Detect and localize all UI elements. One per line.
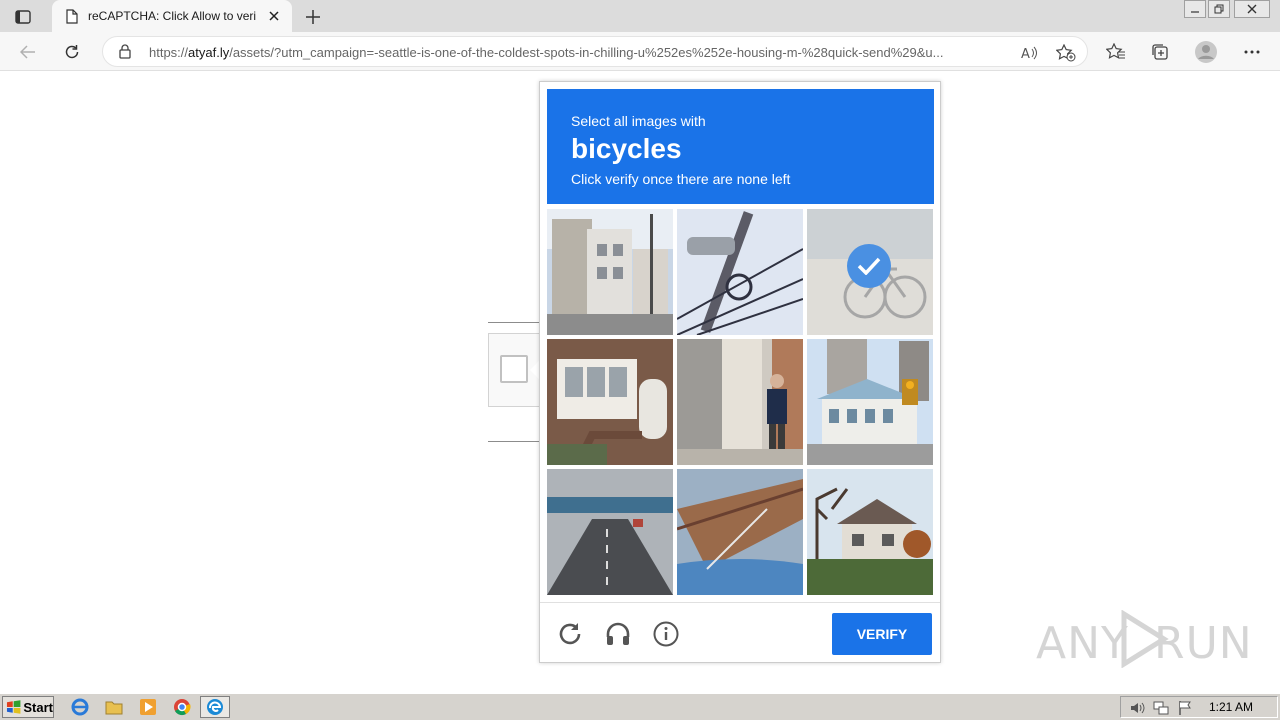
image-grid: [547, 209, 934, 596]
media-player-icon[interactable]: [136, 697, 160, 717]
windows-logo-icon: [6, 700, 21, 714]
system-tray: 1:21 AM: [1120, 696, 1278, 718]
internet-explorer-icon[interactable]: [68, 697, 92, 717]
target-word: bicycles: [571, 133, 682, 164]
taskbar: Start 1:21 AM: [0, 693, 1280, 720]
page-icon: [66, 8, 78, 24]
anchor-divider: [488, 322, 540, 323]
captcha-tile[interactable]: [807, 469, 933, 595]
captcha-tile[interactable]: [547, 209, 673, 335]
captcha-tile[interactable]: [547, 339, 673, 465]
restore-icon[interactable]: [1208, 0, 1230, 18]
minimize-icon[interactable]: [1184, 0, 1206, 18]
network-icon[interactable]: [1153, 700, 1169, 716]
taskbar-clock: 1:21 AM: [1209, 700, 1254, 714]
lock-icon[interactable]: [119, 44, 131, 59]
more-options-icon[interactable]: [1240, 40, 1264, 64]
captcha-challenge: Select all images with bicycles Click ve…: [539, 81, 941, 663]
captcha-tile[interactable]: [677, 209, 803, 335]
captcha-tile-selected[interactable]: [807, 209, 933, 335]
chrome-icon[interactable]: [170, 697, 194, 717]
captcha-tile[interactable]: [547, 469, 673, 595]
favorites-icon[interactable]: [1104, 40, 1128, 64]
edge-icon[interactable]: [200, 696, 230, 718]
back-icon[interactable]: [14, 38, 42, 66]
svg-text:A: A: [1021, 47, 1030, 61]
collections-icon[interactable]: [1148, 40, 1172, 64]
add-favorite-icon[interactable]: [1055, 42, 1077, 64]
instruction-line: Select all images with: [571, 113, 706, 129]
profile-avatar-icon[interactable]: [1194, 40, 1218, 64]
tab-actions-icon[interactable]: [8, 6, 38, 28]
read-aloud-icon[interactable]: A: [1019, 42, 1041, 64]
volume-icon[interactable]: [1129, 700, 1145, 716]
info-icon[interactable]: [651, 619, 681, 649]
captcha-tile[interactable]: [677, 469, 803, 595]
browser-toolbar: https://atyaf.ly/assets/?utm_campaign=-s…: [0, 32, 1280, 71]
url-text: https://atyaf.ly/assets/?utm_campaign=-s…: [149, 45, 944, 60]
captcha-footer: VERIFY: [540, 602, 940, 663]
captcha-instructions: Select all images with bicycles Click ve…: [547, 89, 934, 204]
captcha-tile[interactable]: [807, 339, 933, 465]
tab-bar: reCAPTCHA: Click Allow to veri: [0, 0, 1280, 32]
audio-challenge-icon[interactable]: [603, 619, 633, 649]
captcha-tile[interactable]: [677, 339, 803, 465]
refresh-icon[interactable]: [58, 38, 86, 66]
browser-tab[interactable]: reCAPTCHA: Click Allow to veri: [52, 0, 292, 32]
selected-check-icon: [847, 244, 891, 288]
anchor-divider: [488, 441, 540, 442]
tab-title: reCAPTCHA: Click Allow to veri: [88, 9, 256, 23]
start-button[interactable]: Start: [2, 696, 54, 718]
file-explorer-icon[interactable]: [102, 697, 126, 717]
close-tab-icon[interactable]: [266, 8, 282, 24]
recaptcha-checkbox[interactable]: [500, 355, 528, 383]
verify-button[interactable]: VERIFY: [832, 613, 932, 655]
action-center-flag-icon[interactable]: [1177, 700, 1193, 716]
anyrun-watermark: ANY RUN: [1036, 606, 1252, 670]
close-window-icon[interactable]: [1234, 0, 1270, 18]
new-tab-icon[interactable]: [302, 6, 324, 28]
reload-icon[interactable]: [555, 619, 585, 649]
instruction-hint: Click verify once there are none left: [571, 171, 791, 187]
address-bar[interactable]: https://atyaf.ly/assets/?utm_campaign=-s…: [102, 36, 1088, 67]
